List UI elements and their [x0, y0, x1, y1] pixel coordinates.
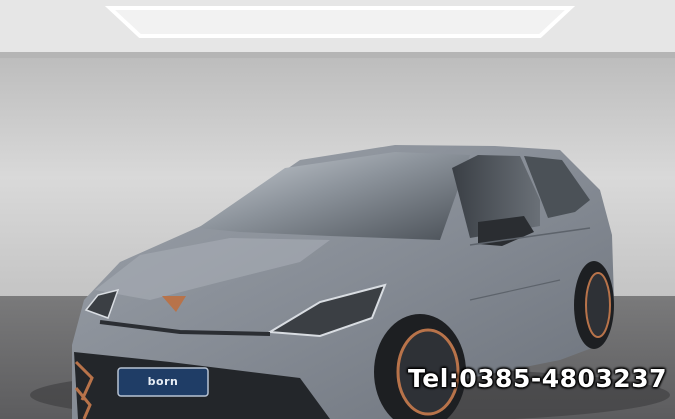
phone-overlay: Tel:0385-4803237	[408, 364, 667, 393]
ceiling-edge	[0, 52, 675, 58]
rear-wheel-rim	[585, 272, 611, 338]
car-photo: born Tel:0385-4803237	[0, 0, 675, 419]
car-illustration	[0, 0, 675, 419]
ceiling-light-frame	[104, 6, 576, 38]
license-plate-text: born	[147, 375, 179, 388]
